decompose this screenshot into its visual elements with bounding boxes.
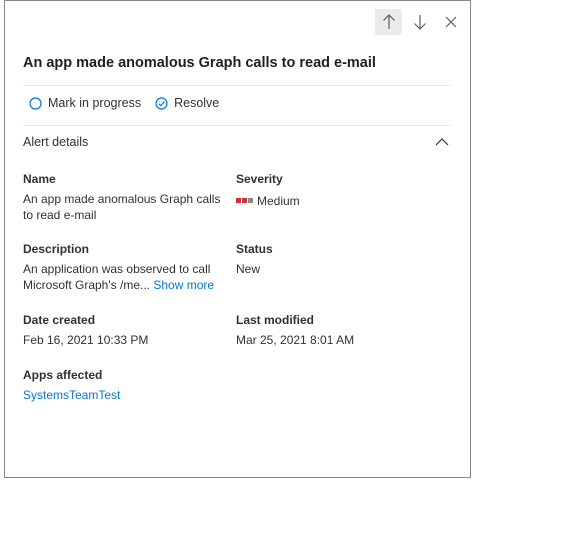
severity-value: Medium (236, 193, 300, 209)
panel-toolbar (375, 9, 464, 35)
alert-details-section-header[interactable]: Alert details (23, 135, 451, 149)
severity-indicator (236, 198, 253, 203)
status-value: New (236, 262, 261, 276)
panel-title: An app made anomalous Graph calls to rea… (23, 55, 376, 71)
apps-affected-field: Apps affected SystemsTeamTest (23, 367, 223, 403)
circle-icon (29, 96, 42, 110)
description-value-line2: Microsoft Graph's /me... Show more (23, 277, 233, 293)
apps-affected-label: Apps affected (23, 368, 103, 382)
alert-details-panel: An app made anomalous Graph calls to rea… (4, 0, 471, 478)
severity-label: Severity (236, 172, 283, 186)
last-modified-value: Mar 25, 2021 8:01 AM (236, 333, 355, 347)
actions-divider (23, 125, 451, 126)
app-link[interactable]: SystemsTeamTest (23, 387, 223, 403)
show-more-link[interactable]: Show more (153, 278, 214, 292)
severity-text: Medium (257, 193, 300, 208)
name-label: Name (23, 172, 56, 186)
resolve-label: Resolve (174, 96, 220, 110)
description-value-line1: An application was observed to call (23, 262, 211, 276)
mark-in-progress-button[interactable]: Mark in progress (29, 96, 141, 110)
status-label: Status (236, 242, 273, 256)
alert-actions: Mark in progress Resolve (29, 96, 219, 110)
resolve-button[interactable]: Resolve (155, 96, 219, 110)
description-text: Microsoft Graph's /me... (23, 278, 150, 292)
date-created-label: Date created (23, 313, 96, 327)
chevron-up-icon[interactable] (435, 138, 449, 146)
description-field: Description An application was observed … (23, 241, 233, 293)
name-field: Name An app made anomalous Graph calls t… (23, 171, 223, 223)
close-icon[interactable] (437, 9, 464, 35)
severity-bar (248, 198, 253, 203)
severity-bar (236, 198, 241, 203)
name-value-line1: An app made anomalous Graph calls (23, 192, 221, 206)
title-divider (23, 85, 451, 86)
date-created-value: Feb 16, 2021 10:33 PM (23, 333, 149, 347)
arrow-up-icon[interactable] (375, 9, 402, 35)
description-label: Description (23, 242, 90, 256)
last-modified-field: Last modified Mar 25, 2021 8:01 AM (236, 312, 436, 348)
severity-field: Severity Medium (236, 171, 436, 209)
date-created-field: Date created Feb 16, 2021 10:33 PM (23, 312, 223, 348)
status-field: Status New (236, 241, 436, 277)
mark-in-progress-label: Mark in progress (48, 96, 142, 110)
section-title: Alert details (23, 135, 89, 149)
arrow-down-icon[interactable] (406, 9, 433, 35)
name-value-line2: to read e-mail (23, 208, 97, 222)
check-circle-icon (155, 96, 168, 110)
last-modified-label: Last modified (236, 313, 315, 327)
severity-bar (242, 198, 247, 203)
